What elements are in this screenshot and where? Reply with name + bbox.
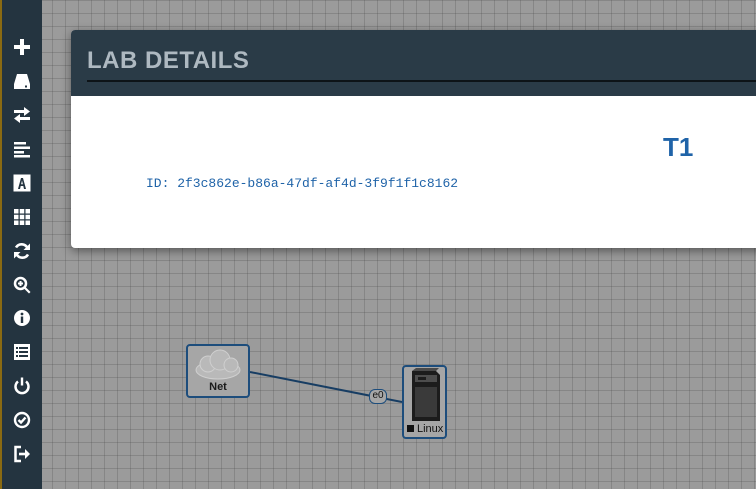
stopped-status-icon <box>407 425 414 432</box>
node-label: Linux <box>407 423 443 435</box>
server-tower-icon <box>412 368 440 421</box>
lab-name: T1 <box>663 132 694 162</box>
lab-id: ID: 2f3c862e-b86a-47df-af4d-3f9f1f1c8162 <box>146 176 459 191</box>
modal-title: LAB DETAILS <box>87 47 250 74</box>
modal-header: LAB DETAILS <box>71 30 756 96</box>
lab-details-modal: LAB DETAILS T1 ID: 2f3c862e-b86a-47df-af… <box>71 30 756 248</box>
cloud-icon <box>195 349 241 380</box>
linux-node[interactable]: Linux <box>402 365 447 439</box>
node-label: Net <box>209 381 227 393</box>
net-node[interactable]: Net <box>186 344 250 398</box>
header-divider <box>87 80 756 82</box>
interface-label: e0 <box>369 389 387 404</box>
node-name: Linux <box>417 423 444 435</box>
